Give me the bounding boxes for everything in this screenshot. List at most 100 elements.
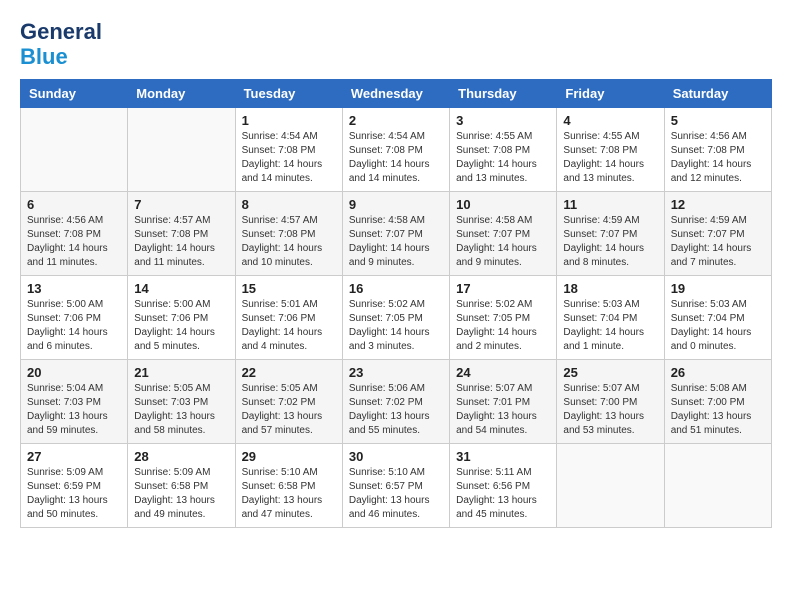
- day-info: Sunrise: 5:05 AM Sunset: 7:03 PM Dayligh…: [134, 382, 228, 438]
- calendar-cell: 18 Sunrise: 5:03 AM Sunset: 7:04 PM Dayli…: [557, 276, 664, 360]
- calendar-cell: 27 Sunrise: 5:09 AM Sunset: 6:59 PM Dayli…: [21, 444, 128, 528]
- day-info: Sunrise: 5:04 AM Sunset: 7:03 PM Dayligh…: [27, 382, 121, 438]
- day-number: 27: [27, 449, 121, 464]
- calendar-cell: 16 Sunrise: 5:02 AM Sunset: 7:05 PM Dayli…: [342, 276, 449, 360]
- day-number: 11: [563, 197, 657, 212]
- page-header: General Blue: [20, 20, 772, 69]
- day-number: 19: [671, 281, 765, 296]
- calendar-cell: 5 Sunrise: 4:56 AM Sunset: 7:08 PM Daylig…: [664, 108, 771, 192]
- calendar-header: SundayMondayTuesdayWednesdayThursdayFrid…: [21, 80, 772, 108]
- day-info: Sunrise: 5:05 AM Sunset: 7:02 PM Dayligh…: [242, 382, 336, 438]
- calendar-cell: 7 Sunrise: 4:57 AM Sunset: 7:08 PM Daylig…: [128, 192, 235, 276]
- day-number: 22: [242, 365, 336, 380]
- day-number: 12: [671, 197, 765, 212]
- calendar-week-2: 6 Sunrise: 4:56 AM Sunset: 7:08 PM Daylig…: [21, 192, 772, 276]
- day-info: Sunrise: 4:58 AM Sunset: 7:07 PM Dayligh…: [456, 214, 550, 270]
- calendar-cell: [557, 444, 664, 528]
- day-info: Sunrise: 4:54 AM Sunset: 7:08 PM Dayligh…: [349, 130, 443, 186]
- day-info: Sunrise: 4:59 AM Sunset: 7:07 PM Dayligh…: [671, 214, 765, 270]
- day-number: 14: [134, 281, 228, 296]
- calendar-cell: 3 Sunrise: 4:55 AM Sunset: 7:08 PM Daylig…: [450, 108, 557, 192]
- day-info: Sunrise: 4:59 AM Sunset: 7:07 PM Dayligh…: [563, 214, 657, 270]
- day-info: Sunrise: 5:08 AM Sunset: 7:00 PM Dayligh…: [671, 382, 765, 438]
- day-number: 5: [671, 113, 765, 128]
- day-info: Sunrise: 5:01 AM Sunset: 7:06 PM Dayligh…: [242, 298, 336, 354]
- calendar-cell: 6 Sunrise: 4:56 AM Sunset: 7:08 PM Daylig…: [21, 192, 128, 276]
- day-number: 18: [563, 281, 657, 296]
- day-info: Sunrise: 4:56 AM Sunset: 7:08 PM Dayligh…: [27, 214, 121, 270]
- header-cell-thursday: Thursday: [450, 80, 557, 108]
- calendar-cell: 1 Sunrise: 4:54 AM Sunset: 7:08 PM Daylig…: [235, 108, 342, 192]
- calendar-cell: 10 Sunrise: 4:58 AM Sunset: 7:07 PM Dayli…: [450, 192, 557, 276]
- day-info: Sunrise: 5:06 AM Sunset: 7:02 PM Dayligh…: [349, 382, 443, 438]
- day-number: 1: [242, 113, 336, 128]
- calendar-cell: 24Sunrise: 5:07 AM Sunset: 7:01 PM Dayli…: [450, 360, 557, 444]
- day-number: 15: [242, 281, 336, 296]
- day-number: 23: [349, 365, 443, 380]
- day-number: 4: [563, 113, 657, 128]
- day-info: Sunrise: 5:10 AM Sunset: 6:58 PM Dayligh…: [242, 466, 336, 522]
- header-cell-wednesday: Wednesday: [342, 80, 449, 108]
- calendar-cell: 22 Sunrise: 5:05 AM Sunset: 7:02 PM Dayli…: [235, 360, 342, 444]
- calendar-cell: 15 Sunrise: 5:01 AM Sunset: 7:06 PM Dayli…: [235, 276, 342, 360]
- day-info: Sunrise: 5:09 AM Sunset: 6:59 PM Dayligh…: [27, 466, 121, 522]
- calendar-cell: 30 Sunrise: 5:10 AM Sunset: 6:57 PM Dayli…: [342, 444, 449, 528]
- calendar-cell: 8Sunrise: 4:57 AM Sunset: 7:08 PM Daylig…: [235, 192, 342, 276]
- logo-subtext: Blue: [20, 45, 104, 69]
- day-info: Sunrise: 4:57 AM Sunset: 7:08 PM Dayligh…: [242, 214, 336, 270]
- calendar-cell: 31 Sunrise: 5:11 AM Sunset: 6:56 PM Dayli…: [450, 444, 557, 528]
- header-cell-friday: Friday: [557, 80, 664, 108]
- day-info: Sunrise: 5:00 AM Sunset: 7:06 PM Dayligh…: [134, 298, 228, 354]
- calendar-week-5: 27 Sunrise: 5:09 AM Sunset: 6:59 PM Dayli…: [21, 444, 772, 528]
- day-info: Sunrise: 4:56 AM Sunset: 7:08 PM Dayligh…: [671, 130, 765, 186]
- day-info: Sunrise: 5:02 AM Sunset: 7:05 PM Dayligh…: [456, 298, 550, 354]
- calendar-cell: 19 Sunrise: 5:03 AM Sunset: 7:04 PM Dayli…: [664, 276, 771, 360]
- day-number: 29: [242, 449, 336, 464]
- calendar-week-3: 13 Sunrise: 5:00 AM Sunset: 7:06 PM Dayli…: [21, 276, 772, 360]
- day-number: 30: [349, 449, 443, 464]
- calendar-cell: [21, 108, 128, 192]
- calendar-cell: [664, 444, 771, 528]
- logo-text: General: [20, 20, 104, 45]
- calendar-cell: 23 Sunrise: 5:06 AM Sunset: 7:02 PM Dayli…: [342, 360, 449, 444]
- day-info: Sunrise: 5:03 AM Sunset: 7:04 PM Dayligh…: [671, 298, 765, 354]
- calendar-cell: 9 Sunrise: 4:58 AM Sunset: 7:07 PM Daylig…: [342, 192, 449, 276]
- header-cell-tuesday: Tuesday: [235, 80, 342, 108]
- day-number: 7: [134, 197, 228, 212]
- day-info: Sunrise: 4:55 AM Sunset: 7:08 PM Dayligh…: [456, 130, 550, 186]
- day-info: Sunrise: 5:00 AM Sunset: 7:06 PM Dayligh…: [27, 298, 121, 354]
- calendar-cell: 2 Sunrise: 4:54 AM Sunset: 7:08 PM Daylig…: [342, 108, 449, 192]
- calendar-cell: 17Sunrise: 5:02 AM Sunset: 7:05 PM Dayli…: [450, 276, 557, 360]
- header-row: SundayMondayTuesdayWednesdayThursdayFrid…: [21, 80, 772, 108]
- calendar-week-1: 1 Sunrise: 4:54 AM Sunset: 7:08 PM Daylig…: [21, 108, 772, 192]
- day-number: 9: [349, 197, 443, 212]
- logo: General Blue: [20, 20, 104, 69]
- calendar-cell: 4 Sunrise: 4:55 AM Sunset: 7:08 PM Daylig…: [557, 108, 664, 192]
- calendar-cell: 21Sunrise: 5:05 AM Sunset: 7:03 PM Dayli…: [128, 360, 235, 444]
- day-info: Sunrise: 4:57 AM Sunset: 7:08 PM Dayligh…: [134, 214, 228, 270]
- day-number: 31: [456, 449, 550, 464]
- calendar-week-4: 20 Sunrise: 5:04 AM Sunset: 7:03 PM Dayli…: [21, 360, 772, 444]
- day-number: 6: [27, 197, 121, 212]
- day-info: Sunrise: 5:07 AM Sunset: 7:00 PM Dayligh…: [563, 382, 657, 438]
- day-number: 20: [27, 365, 121, 380]
- day-info: Sunrise: 5:10 AM Sunset: 6:57 PM Dayligh…: [349, 466, 443, 522]
- calendar-cell: 11 Sunrise: 4:59 AM Sunset: 7:07 PM Dayli…: [557, 192, 664, 276]
- day-number: 2: [349, 113, 443, 128]
- day-number: 3: [456, 113, 550, 128]
- calendar-cell: 29 Sunrise: 5:10 AM Sunset: 6:58 PM Dayli…: [235, 444, 342, 528]
- day-number: 16: [349, 281, 443, 296]
- day-number: 25: [563, 365, 657, 380]
- day-info: Sunrise: 4:58 AM Sunset: 7:07 PM Dayligh…: [349, 214, 443, 270]
- day-info: Sunrise: 5:03 AM Sunset: 7:04 PM Dayligh…: [563, 298, 657, 354]
- day-info: Sunrise: 4:54 AM Sunset: 7:08 PM Dayligh…: [242, 130, 336, 186]
- calendar-cell: 26Sunrise: 5:08 AM Sunset: 7:00 PM Dayli…: [664, 360, 771, 444]
- calendar-body: 1 Sunrise: 4:54 AM Sunset: 7:08 PM Daylig…: [21, 108, 772, 528]
- day-info: Sunrise: 5:11 AM Sunset: 6:56 PM Dayligh…: [456, 466, 550, 522]
- calendar-cell: [128, 108, 235, 192]
- day-number: 10: [456, 197, 550, 212]
- day-info: Sunrise: 4:55 AM Sunset: 7:08 PM Dayligh…: [563, 130, 657, 186]
- calendar-cell: 14 Sunrise: 5:00 AM Sunset: 7:06 PM Dayli…: [128, 276, 235, 360]
- day-info: Sunrise: 5:02 AM Sunset: 7:05 PM Dayligh…: [349, 298, 443, 354]
- day-number: 13: [27, 281, 121, 296]
